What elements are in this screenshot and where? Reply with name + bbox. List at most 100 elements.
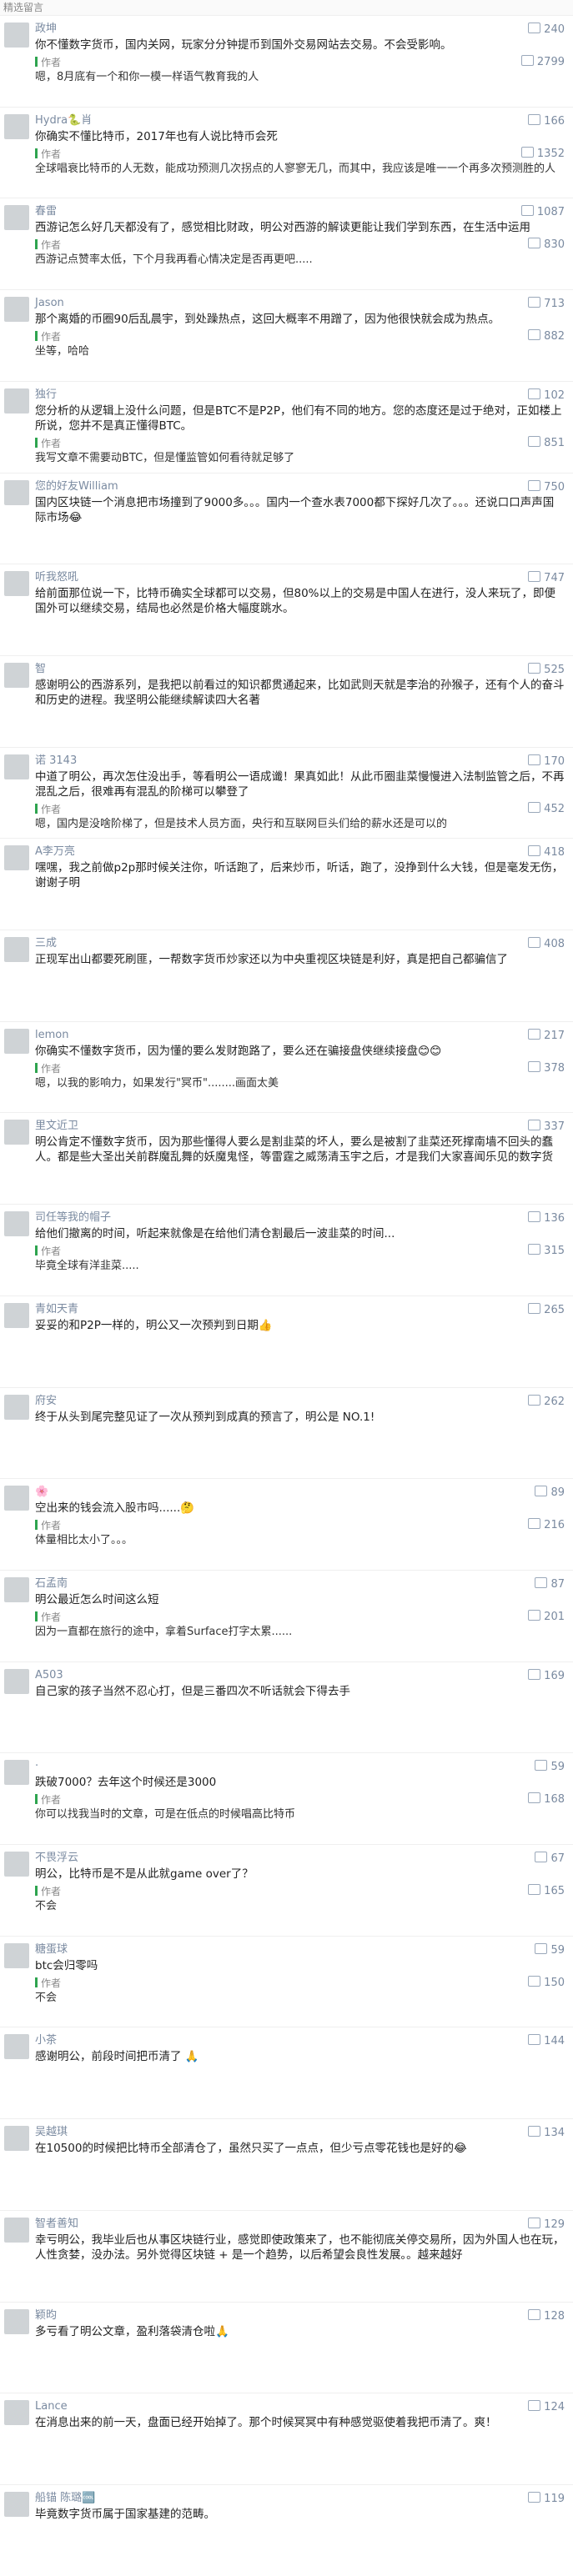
comment-username[interactable]: 颖昀 (35, 2309, 565, 2323)
avatar[interactable] (4, 2400, 29, 2426)
comment-username[interactable]: 吴越琪 (35, 2126, 565, 2139)
comment-like-button[interactable]: 119 (528, 2491, 565, 2506)
reply-like-button[interactable]: 2799 (520, 55, 565, 69)
comment-username[interactable]: 三成 (35, 937, 565, 950)
avatar[interactable] (4, 297, 29, 323)
avatar[interactable] (4, 1760, 29, 1786)
avatar[interactable] (4, 845, 29, 871)
comment-like-button[interactable]: 408 (528, 937, 565, 951)
comment-username[interactable]: · (35, 1760, 565, 1773)
reply-like-button[interactable]: 216 (528, 1518, 565, 1532)
avatar[interactable] (4, 2126, 29, 2152)
reply-like-button[interactable]: 851 (528, 435, 565, 450)
thumb-up-icon (535, 1486, 548, 1497)
comment-username[interactable]: lemon (35, 1029, 565, 1042)
reply-like-button[interactable]: 315 (528, 1244, 565, 1258)
comment-like-button[interactable]: 169 (528, 1668, 565, 1683)
comment-username[interactable]: Hydra🐍肖 (35, 114, 565, 128)
reply-like-button[interactable]: 168 (528, 1792, 565, 1807)
reply-like-button[interactable]: 165 (528, 1884, 565, 1898)
avatar[interactable] (4, 113, 29, 139)
comment-like-button[interactable]: 144 (528, 2034, 565, 2048)
reply-like-button[interactable]: 452 (528, 801, 565, 816)
comment-username[interactable]: 青如天青 (35, 1303, 565, 1316)
comment-like-button[interactable]: 265 (528, 1302, 565, 1317)
avatar[interactable] (4, 662, 29, 688)
reply-like-button[interactable]: 201 (528, 1609, 565, 1624)
author-reply-text: 全球唱衰比特币的人无数，能成功预测几次拐点的人寥寥无几，而其中，我应该是唯一一个… (35, 162, 556, 175)
avatar[interactable] (4, 1211, 29, 1237)
comment-username[interactable]: 听我怒吼 (35, 571, 565, 584)
comment-like-button[interactable]: 129 (528, 2217, 565, 2232)
comment-username[interactable]: 春雷 (35, 205, 565, 218)
avatar[interactable] (4, 2308, 29, 2334)
comment-like-button[interactable]: 262 (528, 1394, 565, 1409)
avatar[interactable] (4, 205, 29, 231)
avatar[interactable] (4, 2217, 29, 2243)
comment-like-button[interactable]: 713 (528, 297, 565, 311)
reply-like-button[interactable]: 830 (528, 238, 565, 252)
comment-username[interactable]: 🌸 (35, 1486, 565, 1499)
avatar[interactable] (4, 2491, 29, 2517)
avatar[interactable] (4, 754, 29, 779)
reply-like-button[interactable]: 150 (528, 1975, 565, 1990)
comment-username[interactable]: 船锚 陈璐🆒 (35, 2492, 565, 2505)
comment-like-button[interactable]: 59 (535, 1942, 565, 1957)
comment-username[interactable]: 糖蛋球 (35, 1943, 565, 1957)
comment-like-button[interactable]: 59 (535, 1760, 565, 1774)
avatar[interactable] (4, 1394, 29, 1420)
avatar[interactable] (4, 1486, 29, 1511)
thumb-up-icon (528, 1244, 541, 1255)
comment-like-button[interactable]: 747 (528, 571, 565, 585)
comment-username[interactable]: Jason (35, 297, 565, 310)
comment-username[interactable]: 司任等我的帽子 (35, 1211, 565, 1225)
reply-like-button[interactable]: 1352 (520, 146, 565, 161)
comment-username[interactable]: A李万亮 (35, 845, 565, 859)
avatar[interactable] (4, 479, 29, 505)
comment-username[interactable]: 政坤 (35, 23, 565, 36)
comment-username[interactable]: 里文近卫 (35, 1120, 565, 1133)
comment-like-button[interactable]: 240 (528, 23, 565, 37)
comment-username[interactable]: Lance (35, 2400, 565, 2413)
comment-like-button[interactable]: 67 (535, 1852, 565, 1866)
avatar[interactable] (4, 1576, 29, 1602)
comment-username[interactable]: 您的好友William (35, 480, 565, 494)
comment-like-button[interactable]: 1087 (520, 205, 565, 219)
avatar[interactable] (4, 388, 29, 413)
avatar[interactable] (4, 1302, 29, 1328)
comment-like-button[interactable]: 124 (528, 2400, 565, 2414)
comment-like-button[interactable]: 217 (528, 1028, 565, 1043)
comment-username[interactable]: 府安 (35, 1395, 565, 1408)
comment-username[interactable]: 智 (35, 663, 565, 676)
comment-username[interactable]: A503 (35, 1669, 565, 1682)
comment-username[interactable]: 不畏浮云 (35, 1852, 565, 1865)
avatar[interactable] (4, 1668, 29, 1694)
comment-like-button[interactable]: 166 (528, 113, 565, 128)
avatar[interactable] (4, 571, 29, 597)
avatar[interactable] (4, 1942, 29, 1968)
comment-like-button[interactable]: 525 (528, 662, 565, 677)
comment-like-button[interactable]: 170 (528, 754, 565, 769)
comment-like-button[interactable]: 102 (528, 388, 565, 403)
comment-like-button[interactable]: 89 (535, 1486, 565, 1500)
comment-username[interactable]: 智者善知 (35, 2218, 565, 2231)
avatar[interactable] (4, 2034, 29, 2060)
comment-like-button[interactable]: 136 (528, 1211, 565, 1225)
comment-like-button[interactable]: 418 (528, 845, 565, 860)
avatar[interactable] (4, 23, 29, 48)
comment-like-button[interactable]: 87 (535, 1576, 565, 1591)
reply-like-button[interactable]: 378 (528, 1060, 565, 1075)
avatar[interactable] (4, 1852, 29, 1877)
comment-like-button[interactable]: 128 (528, 2308, 565, 2323)
comment-like-button[interactable]: 750 (528, 479, 565, 494)
comment-username[interactable]: 石孟南 (35, 1577, 565, 1591)
reply-like-button[interactable]: 882 (528, 329, 565, 343)
comment-username[interactable]: 独行 (35, 388, 565, 402)
avatar[interactable] (4, 937, 29, 963)
comment-username[interactable]: 诺 3143 (35, 754, 565, 768)
comment-like-button[interactable]: 337 (528, 1120, 565, 1134)
comment-username[interactable]: 小茶 (35, 2034, 565, 2047)
avatar[interactable] (4, 1120, 29, 1145)
avatar[interactable] (4, 1028, 29, 1054)
comment-like-button[interactable]: 134 (528, 2126, 565, 2140)
